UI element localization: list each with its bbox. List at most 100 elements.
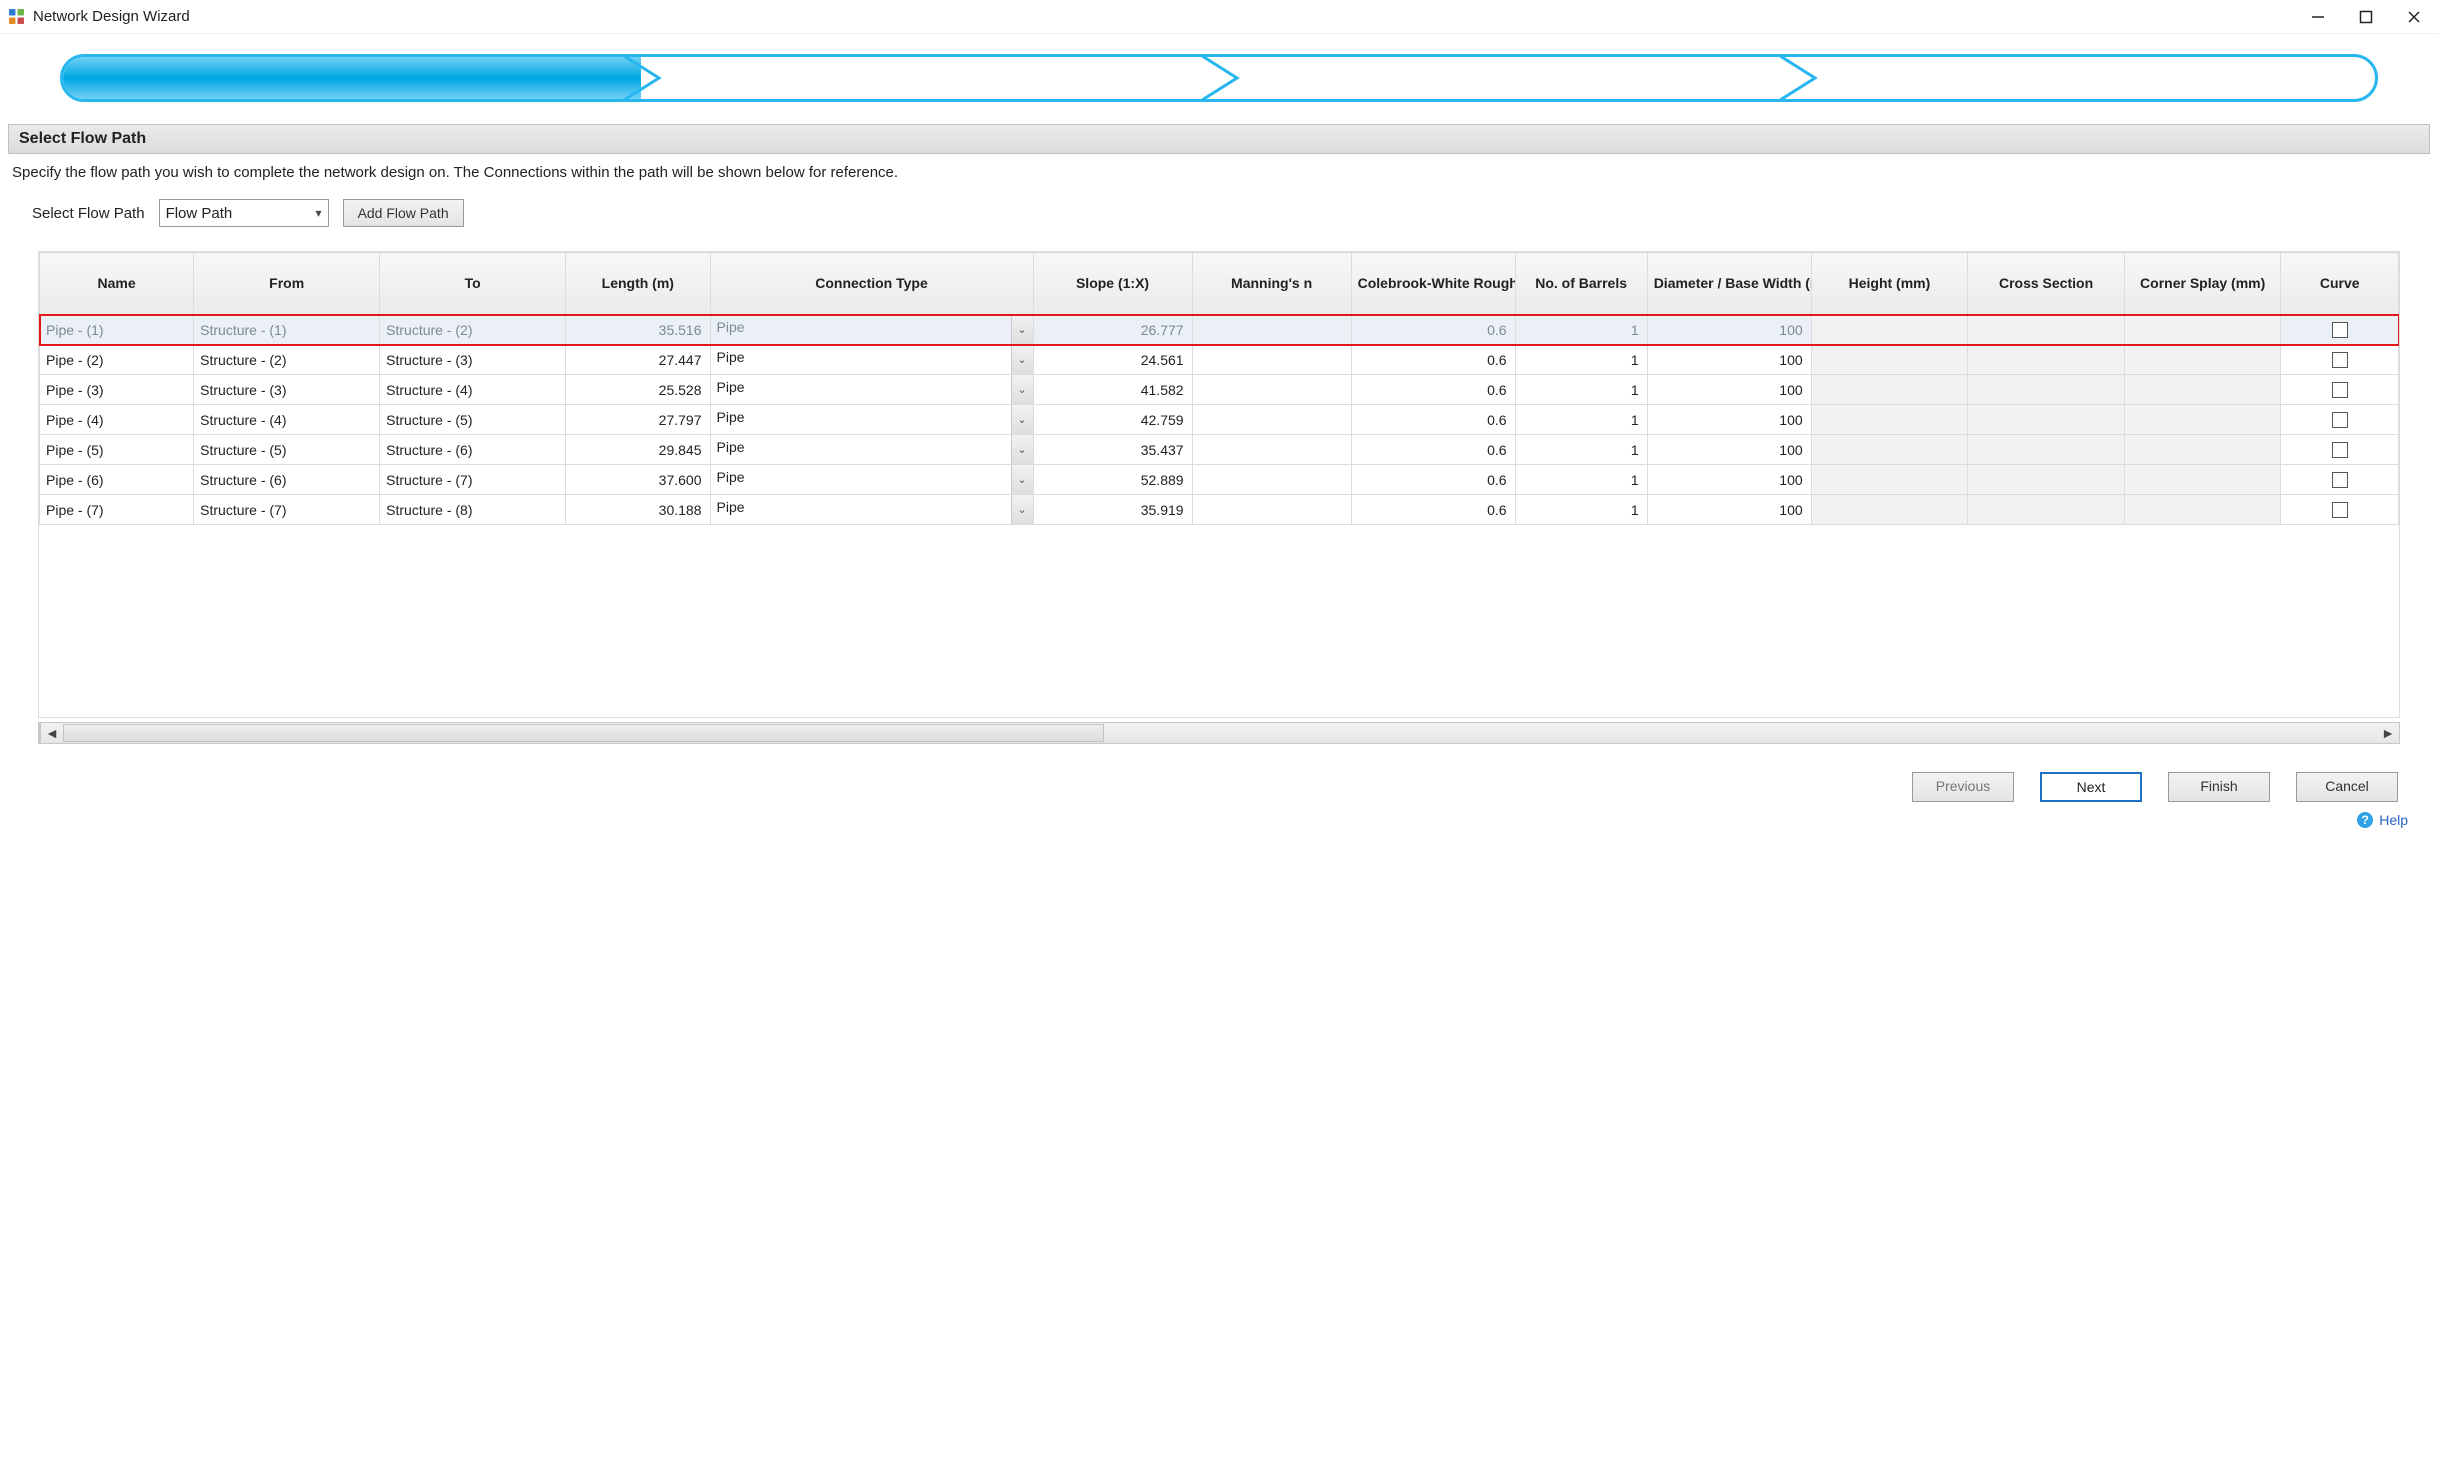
- curve-checkbox[interactable]: [2332, 442, 2348, 458]
- curve-checkbox[interactable]: [2332, 502, 2348, 518]
- cell-barrels[interactable]: 1: [1515, 405, 1647, 435]
- cell-from[interactable]: Structure - (2): [194, 345, 380, 375]
- cell-corner[interactable]: [2124, 375, 2281, 405]
- cell-length[interactable]: 25.528: [566, 375, 710, 405]
- cell-from[interactable]: Structure - (5): [194, 435, 380, 465]
- add-flow-path-button[interactable]: Add Flow Path: [343, 199, 464, 227]
- table-row[interactable]: Pipe - (7)Structure - (7)Structure - (8)…: [40, 495, 2399, 525]
- cell-diameter[interactable]: 100: [1647, 345, 1811, 375]
- col-height[interactable]: Height (mm): [1811, 253, 1968, 315]
- cell-cross[interactable]: [1968, 315, 2125, 345]
- cell-diameter[interactable]: 100: [1647, 405, 1811, 435]
- chevron-down-icon[interactable]: ⌄: [1011, 315, 1033, 344]
- cell-mannings[interactable]: [1192, 465, 1351, 495]
- chevron-down-icon[interactable]: ⌄: [1011, 375, 1033, 404]
- cell-colebrook[interactable]: 0.6: [1351, 345, 1515, 375]
- cell-corner[interactable]: [2124, 405, 2281, 435]
- table-row[interactable]: Pipe - (4)Structure - (4)Structure - (5)…: [40, 405, 2399, 435]
- cell-curve[interactable]: [2281, 345, 2399, 375]
- cell-curve[interactable]: [2281, 435, 2399, 465]
- cell-colebrook[interactable]: 0.6: [1351, 315, 1515, 345]
- cell-from[interactable]: Structure - (6): [194, 465, 380, 495]
- cell-from[interactable]: Structure - (4): [194, 405, 380, 435]
- cell-curve[interactable]: [2281, 495, 2399, 525]
- cell-name[interactable]: Pipe - (4): [40, 405, 194, 435]
- cell-curve[interactable]: [2281, 315, 2399, 345]
- chevron-down-icon[interactable]: ⌄: [1011, 405, 1033, 434]
- cell-slope[interactable]: 42.759: [1033, 405, 1192, 435]
- cell-height[interactable]: [1811, 405, 1968, 435]
- col-curve[interactable]: Curve: [2281, 253, 2399, 315]
- col-mannings[interactable]: Manning's n: [1192, 253, 1351, 315]
- cell-cross[interactable]: [1968, 435, 2125, 465]
- cell-from[interactable]: Structure - (3): [194, 375, 380, 405]
- cell-height[interactable]: [1811, 435, 1968, 465]
- col-name[interactable]: Name: [40, 253, 194, 315]
- cell-connection-type[interactable]: Pipe⌄: [710, 435, 1033, 465]
- cell-length[interactable]: 29.845: [566, 435, 710, 465]
- cell-colebrook[interactable]: 0.6: [1351, 465, 1515, 495]
- col-diameter[interactable]: Diameter / Base Width (m: [1647, 253, 1811, 315]
- col-corner[interactable]: Corner Splay (mm): [2124, 253, 2281, 315]
- cell-height[interactable]: [1811, 375, 1968, 405]
- cell-diameter[interactable]: 100: [1647, 435, 1811, 465]
- cell-length[interactable]: 27.447: [566, 345, 710, 375]
- cell-connection-type[interactable]: Pipe⌄: [710, 375, 1033, 405]
- cancel-button[interactable]: Cancel: [2296, 772, 2398, 802]
- cell-connection-type[interactable]: Pipe⌄: [710, 495, 1033, 525]
- cell-height[interactable]: [1811, 465, 1968, 495]
- cell-mannings[interactable]: [1192, 375, 1351, 405]
- cell-diameter[interactable]: 100: [1647, 465, 1811, 495]
- finish-button[interactable]: Finish: [2168, 772, 2270, 802]
- cell-corner[interactable]: [2124, 495, 2281, 525]
- chevron-down-icon[interactable]: ⌄: [1011, 495, 1033, 524]
- cell-name[interactable]: Pipe - (5): [40, 435, 194, 465]
- col-cross[interactable]: Cross Section: [1968, 253, 2125, 315]
- minimize-button[interactable]: [2308, 7, 2328, 27]
- cell-barrels[interactable]: 1: [1515, 315, 1647, 345]
- cell-length[interactable]: 35.516: [566, 315, 710, 345]
- cell-to[interactable]: Structure - (7): [380, 465, 566, 495]
- cell-corner[interactable]: [2124, 345, 2281, 375]
- cell-to[interactable]: Structure - (5): [380, 405, 566, 435]
- cell-connection-type[interactable]: Pipe⌄: [710, 345, 1033, 375]
- cell-slope[interactable]: 26.777: [1033, 315, 1192, 345]
- cell-name[interactable]: Pipe - (1): [40, 315, 194, 345]
- col-from[interactable]: From: [194, 253, 380, 315]
- cell-slope[interactable]: 35.437: [1033, 435, 1192, 465]
- cell-slope[interactable]: 41.582: [1033, 375, 1192, 405]
- cell-barrels[interactable]: 1: [1515, 465, 1647, 495]
- next-button[interactable]: Next: [2040, 772, 2142, 802]
- cell-connection-type[interactable]: Pipe⌄: [710, 405, 1033, 435]
- cell-to[interactable]: Structure - (8): [380, 495, 566, 525]
- cell-cross[interactable]: [1968, 345, 2125, 375]
- cell-colebrook[interactable]: 0.6: [1351, 375, 1515, 405]
- chevron-down-icon[interactable]: ⌄: [1011, 435, 1033, 464]
- cell-barrels[interactable]: 1: [1515, 375, 1647, 405]
- cell-height[interactable]: [1811, 495, 1968, 525]
- cell-name[interactable]: Pipe - (2): [40, 345, 194, 375]
- cell-corner[interactable]: [2124, 435, 2281, 465]
- curve-checkbox[interactable]: [2332, 382, 2348, 398]
- col-to[interactable]: To: [380, 253, 566, 315]
- horizontal-scrollbar[interactable]: ◄ ►: [38, 722, 2400, 744]
- cell-connection-type[interactable]: Pipe⌄: [710, 315, 1033, 345]
- cell-cross[interactable]: [1968, 405, 2125, 435]
- help-icon[interactable]: ?: [2357, 812, 2373, 828]
- cell-curve[interactable]: [2281, 375, 2399, 405]
- cell-barrels[interactable]: 1: [1515, 345, 1647, 375]
- table-row[interactable]: Pipe - (3)Structure - (3)Structure - (4)…: [40, 375, 2399, 405]
- cell-curve[interactable]: [2281, 465, 2399, 495]
- cell-slope[interactable]: 24.561: [1033, 345, 1192, 375]
- col-length[interactable]: Length (m): [566, 253, 710, 315]
- previous-button[interactable]: Previous: [1912, 772, 2014, 802]
- col-connection-type[interactable]: Connection Type: [710, 253, 1033, 315]
- table-row[interactable]: Pipe - (6)Structure - (6)Structure - (7)…: [40, 465, 2399, 495]
- cell-connection-type[interactable]: Pipe⌄: [710, 465, 1033, 495]
- flow-path-select[interactable]: Flow Path ▾: [159, 199, 329, 227]
- cell-height[interactable]: [1811, 315, 1968, 345]
- cell-cross[interactable]: [1968, 465, 2125, 495]
- cell-name[interactable]: Pipe - (7): [40, 495, 194, 525]
- cell-corner[interactable]: [2124, 465, 2281, 495]
- cell-length[interactable]: 30.188: [566, 495, 710, 525]
